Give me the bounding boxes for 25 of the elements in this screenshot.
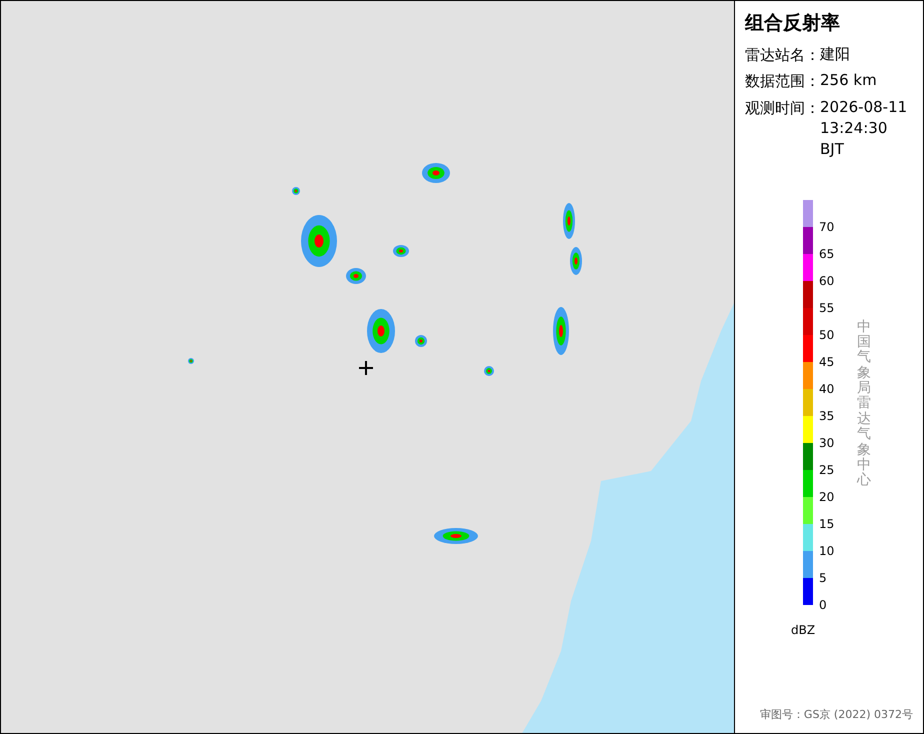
legend-tick: 50 <box>819 328 834 342</box>
legend-tick: 30 <box>819 436 834 450</box>
approval-number: 审图号：GS京 (2022) 0372号 <box>758 706 913 722</box>
legend-tick: 40 <box>819 382 834 396</box>
field-value: 256 km <box>820 70 877 91</box>
legend-tick: 25 <box>819 462 834 478</box>
legend-tick: 0 <box>819 598 827 612</box>
legend-tick: 35 <box>819 408 834 424</box>
legend-unit: dBZ <box>791 622 815 638</box>
field-value: 建阳 <box>820 44 850 64</box>
field-label: 数据范围： <box>745 71 820 92</box>
legend-tick: 65 <box>819 246 834 262</box>
legend-tick: 5 <box>819 570 827 586</box>
legend-tick: 10 <box>819 544 834 558</box>
legend-tick: 70 <box>819 220 834 234</box>
panel-title: 组合反射率 <box>745 11 841 36</box>
legend-tick: 20 <box>819 490 834 504</box>
field-value: 2026-08-11 13:24:30 BJT <box>820 96 908 160</box>
field-label: 雷达站名： <box>745 44 820 66</box>
legend-tick: 55 <box>819 300 834 316</box>
legend-tick: 15 <box>819 516 834 532</box>
legend-tick: 60 <box>819 274 834 288</box>
credit-text: 中国气象局雷达气象中心 <box>857 320 871 490</box>
field-label: 观测时间： <box>745 98 820 118</box>
legend-tick: 45 <box>819 354 834 370</box>
